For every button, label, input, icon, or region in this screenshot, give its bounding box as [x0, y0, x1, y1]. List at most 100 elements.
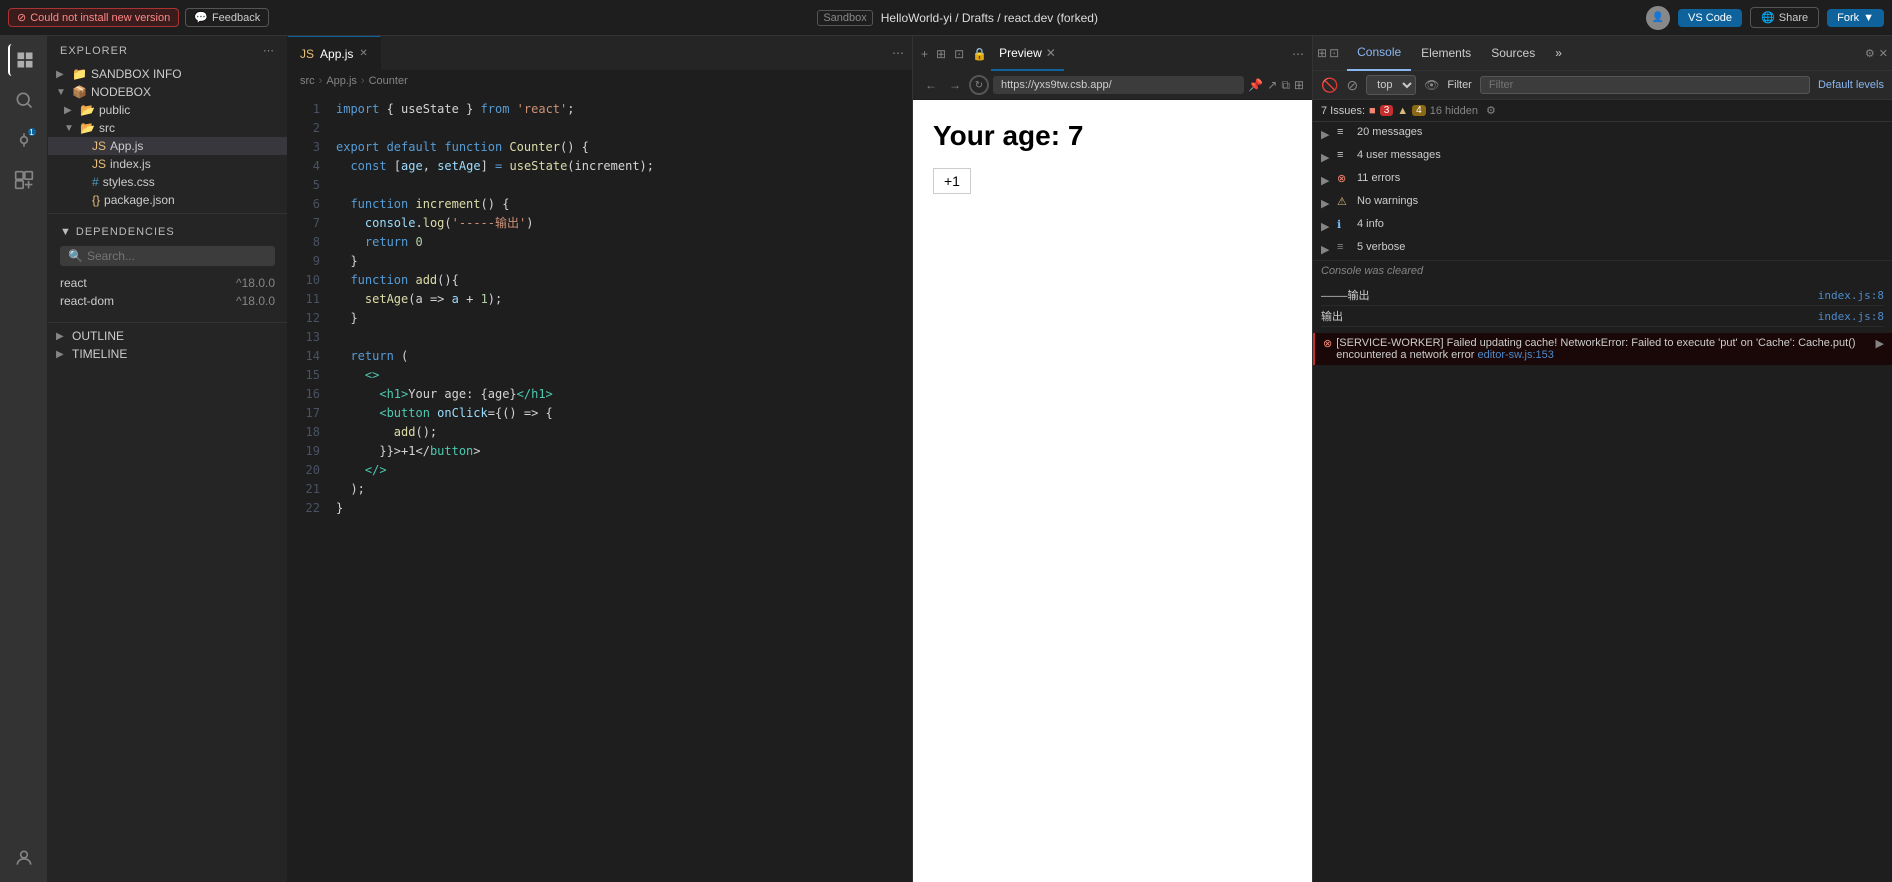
settings-icon[interactable]: ⚙: [1865, 47, 1875, 60]
devtools-tab-elements[interactable]: Elements: [1411, 36, 1481, 71]
dependencies-header[interactable]: ▼ DEPENDENCIES: [60, 226, 275, 238]
appjs-file[interactable]: JS App.js: [48, 137, 287, 155]
error-badge[interactable]: ⊘ Could not install new version: [8, 8, 179, 27]
nodebox-item[interactable]: ▼ 📦 NODEBOX: [48, 83, 287, 101]
preview-heading: Your age: 7: [933, 120, 1292, 152]
chevron-down-icon: ▼: [60, 226, 72, 238]
top-selector[interactable]: top: [1366, 75, 1416, 95]
top-bar-left: ⊘ Could not install new version 💬 Feedba…: [8, 8, 269, 27]
activity-git[interactable]: 1: [8, 124, 40, 156]
more-icon[interactable]: ⋯: [1292, 47, 1304, 61]
devtools-tab-more[interactable]: »: [1545, 36, 1572, 71]
expand-icon[interactable]: ▶: [1321, 174, 1331, 187]
console-row-errors[interactable]: ▶ ⊗ 11 errors: [1313, 168, 1892, 191]
preview-increment-button[interactable]: +1: [933, 168, 971, 194]
expand-icon[interactable]: ▶: [1321, 197, 1331, 210]
tab-more-button[interactable]: ⋯: [884, 46, 912, 60]
log-file-1[interactable]: index.js:8: [1818, 289, 1884, 302]
back-nav-icon[interactable]: ←: [921, 78, 941, 92]
preview-panel: + ⊞ ⊡ 🔒 Preview ✕ ⋯ ← → ↻ 📌 ↗ ⧉ ⊞: [912, 36, 1312, 882]
pin-icon[interactable]: 📌: [1248, 78, 1263, 93]
forward-nav-icon[interactable]: →: [945, 78, 965, 92]
main-layout: 1 EXPLORER ⋯ ▶ 📁 SANDBOX INFO ▼ 📦 NODEBO…: [0, 36, 1892, 882]
activity-search[interactable]: [8, 84, 40, 116]
timeline-item[interactable]: ▶ TIMELINE: [48, 345, 287, 363]
new-window-icon[interactable]: ⊞: [1294, 78, 1304, 93]
explorer-header: EXPLORER ⋯: [48, 36, 287, 65]
expand-icon[interactable]: ▶: [1321, 151, 1331, 164]
activity-accounts[interactable]: [8, 842, 40, 874]
expand-icon[interactable]: ▶: [1321, 243, 1331, 256]
split-icon[interactable]: ⊞: [936, 47, 946, 61]
chevron-right-icon: ▶: [56, 331, 72, 342]
console-row-info[interactable]: ▶ ℹ 4 info: [1313, 214, 1892, 237]
default-levels-label[interactable]: Default levels: [1818, 79, 1884, 91]
search-box[interactable]: 🔍: [60, 246, 275, 266]
sw-file-link[interactable]: editor-sw.js:153: [1477, 349, 1553, 361]
url-input[interactable]: [993, 76, 1244, 94]
public-folder[interactable]: ▶ 📂 public: [48, 101, 287, 119]
code-editor[interactable]: 12345 678910 1112131415 1617181920 2122 …: [288, 92, 912, 882]
warnings-label: No warnings: [1357, 195, 1884, 207]
devtools-icon1[interactable]: ⊞: [1317, 46, 1327, 60]
search-input[interactable]: [87, 249, 267, 263]
indexjs-file[interactable]: JS index.js: [48, 155, 287, 173]
console-row-warnings[interactable]: ▶ ⚠ No warnings: [1313, 191, 1892, 214]
outline-item[interactable]: ▶ OUTLINE: [48, 327, 287, 345]
code-body[interactable]: import { useState } from 'react'; export…: [328, 92, 912, 882]
packagejson-file[interactable]: {} package.json: [48, 191, 287, 209]
activity-explorer[interactable]: [8, 44, 40, 76]
eye-icon[interactable]: 👁: [1424, 78, 1439, 92]
sw-error-row: ⊗ [SERVICE-WORKER] Failed updating cache…: [1323, 337, 1884, 361]
verbose-icon: ≡: [1337, 241, 1351, 253]
stylescss-file[interactable]: # styles.css: [48, 173, 287, 191]
preview-tab[interactable]: Preview ✕: [991, 36, 1064, 71]
share-button[interactable]: 🌐 Share: [1750, 7, 1819, 28]
sw-expand-icon[interactable]: ▶: [1876, 337, 1884, 350]
activity-extensions[interactable]: [8, 164, 40, 196]
new-file-icon[interactable]: ⋯: [263, 44, 275, 57]
tab-close-icon[interactable]: ✕: [359, 48, 367, 59]
issues-bar: 7 Issues: ■ 3 ▲ 4 16 hidden ⚙: [1313, 100, 1892, 122]
devtools-tab-console[interactable]: Console: [1347, 36, 1411, 71]
dependencies-section: ▼ DEPENDENCIES 🔍 react ^18.0.0 react-dom…: [48, 218, 287, 318]
preview-tab-close[interactable]: ✕: [1046, 46, 1056, 60]
expand-icon[interactable]: ▶: [1321, 128, 1331, 141]
expand-icon[interactable]: ▶: [1321, 220, 1331, 233]
chevron-down-icon: ▼: [1863, 12, 1874, 24]
clear-icon[interactable]: 🚫: [1321, 77, 1338, 94]
close-devtools-icon[interactable]: ✕: [1879, 47, 1888, 60]
maximize-icon[interactable]: ⊡: [954, 47, 964, 61]
fork-button[interactable]: Fork ▼: [1827, 9, 1884, 27]
hidden-count: 16 hidden: [1430, 105, 1478, 117]
chevron-right-icon: ▶: [56, 69, 72, 80]
preview-icons: ⋯: [1292, 47, 1304, 61]
filter-icon[interactable]: ⊘: [1346, 77, 1358, 94]
refresh-icon[interactable]: ↻: [969, 75, 989, 95]
sandbox-info-item[interactable]: ▶ 📁 SANDBOX INFO: [48, 65, 287, 83]
devtools-tab-sources[interactable]: Sources: [1481, 36, 1545, 71]
devtools-toolbar: 🚫 ⊘ top 👁 Filter Default levels: [1313, 71, 1892, 100]
console-row-user[interactable]: ▶ ≡ 4 user messages: [1313, 145, 1892, 168]
src-folder[interactable]: ▼ 📂 src: [48, 119, 287, 137]
filter-input[interactable]: [1480, 76, 1810, 94]
settings-small-icon[interactable]: ⚙: [1486, 104, 1496, 117]
console-row-messages[interactable]: ▶ ≡ 20 messages: [1313, 122, 1892, 145]
vs-code-button[interactable]: VS Code: [1678, 9, 1742, 27]
console-row-verbose[interactable]: ▶ ≡ 5 verbose: [1313, 237, 1892, 260]
lock-icon[interactable]: 🔒: [972, 47, 987, 61]
search-icon: 🔍: [68, 249, 83, 263]
external-link-icon[interactable]: ↗: [1267, 78, 1277, 93]
appjs-tab[interactable]: JS App.js ✕: [288, 36, 381, 71]
log-file-2[interactable]: index.js:8: [1818, 310, 1884, 323]
feedback-button[interactable]: 💬 Feedback: [185, 8, 269, 27]
git-notification: 1: [28, 128, 36, 136]
dep-react-dom: react-dom ^18.0.0: [60, 292, 275, 310]
copy-icon[interactable]: ⧉: [1281, 78, 1290, 93]
plus-icon[interactable]: +: [921, 47, 928, 61]
devtools-icon2[interactable]: ⊡: [1329, 46, 1339, 60]
sw-error-icon: ⊗: [1323, 337, 1332, 350]
top-bar-right: 👤 VS Code 🌐 Share Fork ▼: [1646, 6, 1884, 30]
console-cleared-row: Console was cleared: [1313, 261, 1892, 281]
warn-icon: ⚠: [1337, 195, 1351, 208]
